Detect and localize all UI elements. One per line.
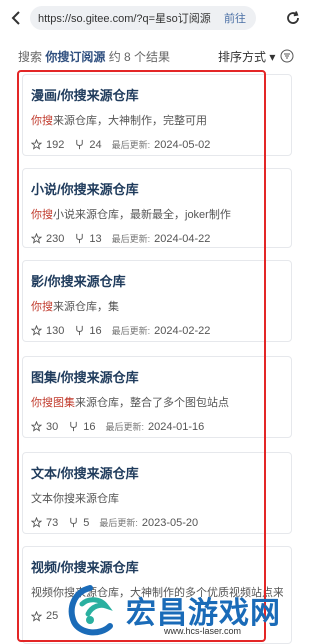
fork-icon — [76, 233, 84, 244]
result-title[interactable]: 影/你搜来源仓库 — [31, 271, 283, 290]
description-text: 来源仓库，集 — [53, 301, 119, 313]
result-title[interactable]: 图集/你搜来源仓库 — [31, 367, 283, 386]
watermark-url: www.hcs-laser.com — [164, 626, 242, 636]
result-title[interactable]: 文本/你搜来源仓库 — [31, 463, 283, 482]
star-count: 230 — [46, 232, 65, 245]
description-text: 来源仓库，大神制作，完整可用 — [53, 115, 207, 127]
star-count: 30 — [46, 420, 59, 433]
description-highlight: 你搜图集 — [31, 397, 75, 409]
result-description: 你搜小说来源仓库，最新最全，joker制作 — [31, 206, 283, 222]
star-icon — [31, 421, 42, 432]
fork-icon — [76, 139, 84, 150]
search-keyword: 你搜订阅源 — [45, 49, 106, 64]
updated-date: 2024-05-02 — [154, 138, 211, 151]
result-card[interactable]: 小说/你搜来源仓库 你搜小说来源仓库，最新最全，joker制作 230 13 最… — [22, 168, 292, 248]
description-text: 小说来源仓库，最新最全，joker制作 — [53, 209, 231, 221]
filter-icon[interactable] — [280, 49, 294, 63]
star-icon — [31, 517, 42, 528]
description-text: 来源仓库，整合了多个图包站点 — [75, 397, 229, 409]
search-summary-bar: 搜索 你搜订阅源 约 8 个结果 排序方式 ▾ — [0, 42, 320, 70]
summary-prefix: 搜索 — [18, 49, 43, 64]
result-title[interactable]: 漫画/你搜来源仓库 — [31, 85, 283, 104]
star-icon — [31, 139, 42, 150]
result-card[interactable]: 漫画/你搜来源仓库 你搜来源仓库，大神制作，完整可用 192 24 最后更新: … — [22, 74, 292, 156]
refresh-icon[interactable] — [284, 9, 302, 27]
star-icon — [31, 233, 42, 244]
updated-label: 最后更新: — [111, 234, 151, 244]
description-highlight: 你搜 — [31, 301, 53, 313]
fork-icon — [76, 325, 84, 336]
result-summary: 搜索 你搜订阅源 约 8 个结果 — [18, 48, 170, 65]
fork-count: 5 — [83, 516, 90, 529]
star-count: 130 — [46, 324, 65, 337]
updated-date: 2023-05-20 — [141, 516, 199, 529]
result-meta: 130 16 最后更新: 2024-02-22 — [31, 324, 283, 337]
updated-label: 最后更新: — [111, 140, 151, 150]
back-arrow-icon[interactable] — [8, 9, 26, 27]
browser-toolbar: https://so.gitee.com/?q=星so订阅源 前往 — [0, 0, 320, 38]
updated-label: 最后更新: — [111, 326, 151, 336]
result-count: 约 8 个结果 — [108, 49, 171, 64]
star-count: 25 — [46, 610, 59, 622]
result-meta: 230 13 最后更新: 2024-04-22 — [31, 232, 283, 245]
star-count: 73 — [46, 516, 59, 529]
star-icon — [31, 325, 42, 336]
url-text[interactable]: https://so.gitee.com/?q=星so订阅源 — [38, 10, 220, 26]
fork-count: 16 — [89, 324, 102, 337]
sort-dropdown[interactable]: 排序方式 ▾ — [218, 48, 275, 65]
updated-date: 2024-04-22 — [154, 232, 211, 245]
description-highlight: 你搜 — [31, 115, 53, 127]
result-title[interactable]: 小说/你搜来源仓库 — [31, 179, 283, 198]
fork-icon — [70, 421, 77, 432]
description-highlight: 你搜 — [31, 209, 53, 221]
result-meta: 192 24 最后更新: 2024-05-02 — [31, 138, 283, 151]
result-description: 你搜来源仓库，集 — [31, 298, 283, 314]
address-bar[interactable]: https://so.gitee.com/?q=星so订阅源 前往 — [30, 6, 256, 30]
watermark-logo-icon — [68, 585, 113, 636]
result-card[interactable]: 图集/你搜来源仓库 你搜图集来源仓库，整合了多个图包站点 30 16 最后更新:… — [22, 356, 292, 438]
result-meta: 30 16 最后更新: 2024-01-16 — [31, 420, 283, 433]
fork-count: 24 — [89, 138, 102, 151]
updated-date: 2024-01-16 — [148, 420, 205, 433]
result-description: 文本你搜来源仓库 — [31, 490, 283, 506]
result-title[interactable]: 视频/你搜来源仓库 — [31, 557, 283, 576]
result-description: 你搜图集来源仓库，整合了多个图包站点 — [31, 394, 283, 410]
go-button[interactable]: 前往 — [220, 10, 256, 26]
fork-count: 16 — [83, 420, 96, 433]
result-description: 你搜来源仓库，大神制作，完整可用 — [31, 112, 283, 128]
star-icon — [31, 610, 42, 622]
updated-date: 2024-02-22 — [154, 324, 211, 337]
updated-label: 最后更新: — [105, 422, 145, 432]
result-card[interactable]: 文本/你搜来源仓库 文本你搜来源仓库 73 5 最后更新: 2023-05-20 — [22, 452, 292, 534]
result-card[interactable]: 影/你搜来源仓库 你搜来源仓库，集 130 16 最后更新: 2024-02-2… — [22, 260, 292, 342]
watermark: 宏昌游戏网 www.hcs-laser.com — [60, 582, 318, 642]
fork-icon — [70, 517, 77, 528]
updated-label: 最后更新: — [99, 518, 138, 528]
description-text: 文本你搜来源仓库 — [31, 493, 119, 505]
star-count: 192 — [46, 138, 65, 151]
fork-count: 13 — [89, 232, 102, 245]
result-meta: 73 5 最后更新: 2023-05-20 — [31, 516, 283, 529]
